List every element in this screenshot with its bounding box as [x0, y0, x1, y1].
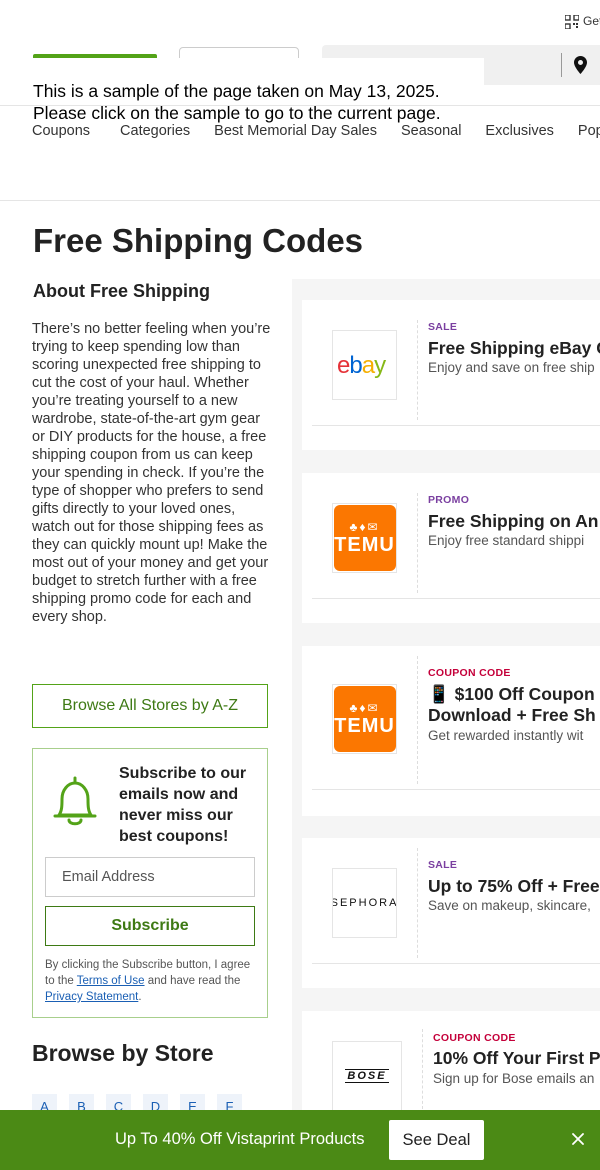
nav-item-memorial-day[interactable]: Best Memorial Day Sales: [214, 123, 377, 139]
offer-title[interactable]: Up to 75% Off + Free: [428, 876, 600, 897]
page-title: Free Shipping Codes: [33, 222, 364, 259]
offer-description: Save on makeup, skincare,: [428, 898, 591, 913]
temu-logo-mark: ♣♦✉ TEMU: [333, 686, 396, 752]
search-divider: [561, 53, 562, 77]
bose-logo: BOSE: [332, 1041, 402, 1111]
sephora-logo-text: SEPHORA: [332, 897, 397, 909]
location-pin-icon[interactable]: [574, 56, 587, 74]
terms-of-use-link[interactable]: Terms of Use: [77, 975, 145, 987]
archive-sample-note[interactable]: This is a sample of the page taken on Ma…: [0, 58, 484, 123]
temu-logo: ♣♦✉ TEMU: [332, 684, 397, 754]
offer-title[interactable]: Free Shipping on An: [428, 511, 598, 532]
offer-card[interactable]: ebay SALE Free Shipping eBay C Enjoy and…: [302, 300, 600, 450]
subscribe-button[interactable]: Subscribe: [45, 906, 255, 946]
nav-item-seasonal[interactable]: Seasonal: [401, 123, 461, 139]
privacy-statement-link[interactable]: Privacy Statement: [45, 991, 138, 1003]
ebay-logo: ebay: [332, 330, 397, 400]
offer-description: Enjoy free standard shippi: [428, 533, 585, 548]
banner-text: Up To 40% Off Vistaprint Products: [115, 1130, 365, 1148]
subscribe-legal-text: By clicking the Subscribe button, I agre…: [45, 957, 260, 1005]
see-deal-button[interactable]: See Deal: [389, 1120, 484, 1160]
offer-title-line-2[interactable]: Download + Free Sh: [428, 705, 596, 726]
card-divider: [417, 493, 418, 593]
email-field[interactable]: [45, 857, 255, 897]
subscribe-title: Subscribe to our emails now and never mi…: [119, 765, 247, 845]
temu-logo-mark: ♣♦✉ TEMU: [333, 505, 396, 571]
offer-description: Sign up for Bose emails an: [433, 1071, 595, 1086]
about-text: There’s no better feeling when you’re tr…: [32, 321, 271, 625]
bottom-promo-banner: Up To 40% Off Vistaprint Products See De…: [0, 1110, 600, 1170]
offer-type-badge: COUPON CODE: [433, 1032, 516, 1044]
offer-card[interactable]: BOSE COUPON CODE 10% Off Your First P Si…: [302, 1011, 600, 1121]
ebay-logo-letter: y: [374, 352, 386, 378]
card-divider: [422, 1029, 423, 1109]
offer-type-badge: PROMO: [428, 494, 470, 506]
nav-item-exclusives[interactable]: Exclusives: [485, 123, 554, 139]
get-app-link[interactable]: Get: [583, 14, 600, 28]
close-icon[interactable]: [570, 1127, 586, 1151]
bell-icon: [53, 776, 97, 826]
bose-logo-text: BOSE: [345, 1069, 389, 1083]
subscribe-box: Subscribe to our emails now and never mi…: [32, 748, 268, 1018]
browse-by-store-title: Browse by Store: [32, 1040, 214, 1066]
offer-card[interactable]: ♣♦✉ TEMU PROMO Free Shipping on An Enjoy…: [302, 473, 600, 623]
section-divider: [0, 200, 600, 201]
card-divider: [417, 656, 418, 784]
card-rule: [312, 789, 600, 790]
ebay-logo-letter: e: [337, 352, 350, 378]
nav-item-categories[interactable]: Categories: [120, 123, 190, 139]
offer-description: Get rewarded instantly wit: [428, 728, 584, 743]
offer-card[interactable]: ♣♦✉ TEMU COUPON CODE 📱 $100 Off Coupon D…: [302, 646, 600, 816]
card-divider: [417, 320, 418, 420]
offer-title[interactable]: 10% Off Your First P: [433, 1048, 600, 1069]
about-title: About Free Shipping: [33, 281, 210, 301]
legal-suffix: .: [138, 991, 142, 1003]
temu-logo-text: TEMU: [334, 534, 395, 556]
card-rule: [312, 963, 600, 964]
main-nav: Coupons Categories Best Memorial Day Sal…: [32, 123, 600, 139]
browse-all-stores-button[interactable]: Browse All Stores by A-Z: [32, 684, 268, 728]
sephora-logo: SEPHORA: [332, 868, 397, 938]
card-rule: [312, 598, 600, 599]
sample-note-line-1: This is a sample of the page taken on Ma…: [33, 81, 440, 101]
offer-card[interactable]: SEPHORA SALE Up to 75% Off + Free Save o…: [302, 838, 600, 988]
offer-type-badge: COUPON CODE: [428, 667, 511, 679]
ebay-logo-letter: b: [349, 352, 362, 378]
legal-mid: and have read the: [144, 975, 241, 987]
offer-title[interactable]: 📱 $100 Off Coupon: [428, 684, 595, 705]
temu-glyph-icons: ♣♦✉: [349, 520, 380, 534]
temu-logo-text: TEMU: [334, 715, 395, 737]
ebay-wordmark-icon: ebay: [337, 352, 387, 378]
card-rule: [312, 425, 600, 426]
offer-title[interactable]: Free Shipping eBay C: [428, 338, 600, 359]
offer-type-badge: SALE: [428, 859, 458, 871]
nav-item-coupons[interactable]: Coupons: [32, 123, 90, 139]
top-strip: Get: [0, 0, 600, 44]
card-divider: [417, 848, 418, 958]
nav-item-popular[interactable]: Popul: [578, 123, 600, 139]
temu-logo: ♣♦✉ TEMU: [332, 503, 397, 573]
svg-text:ebay: ebay: [337, 352, 386, 378]
qr-code-icon[interactable]: [565, 15, 579, 29]
offer-type-badge: SALE: [428, 321, 458, 333]
temu-glyph-icons: ♣♦✉: [349, 701, 380, 715]
offer-description: Enjoy and save on free ship: [428, 360, 595, 375]
nav-divider: [0, 105, 600, 106]
